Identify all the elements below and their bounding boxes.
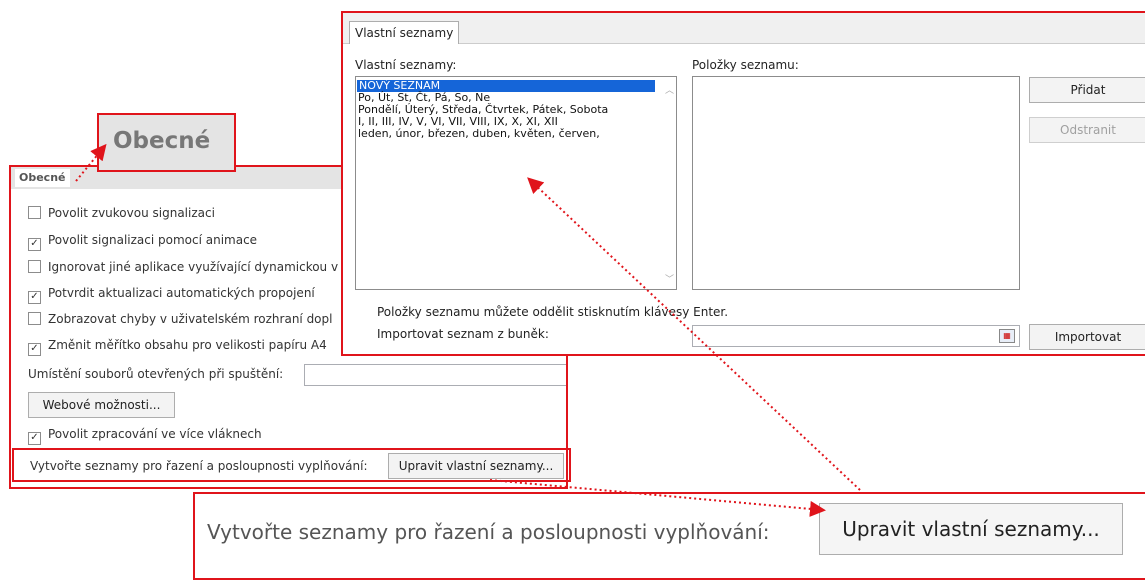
arrow-tab-to-zoom (75, 143, 107, 182)
arrow-row-to-banner (489, 479, 826, 517)
arrow-banner-to-dialog (527, 177, 861, 491)
annotation-arrows (75, 143, 861, 517)
